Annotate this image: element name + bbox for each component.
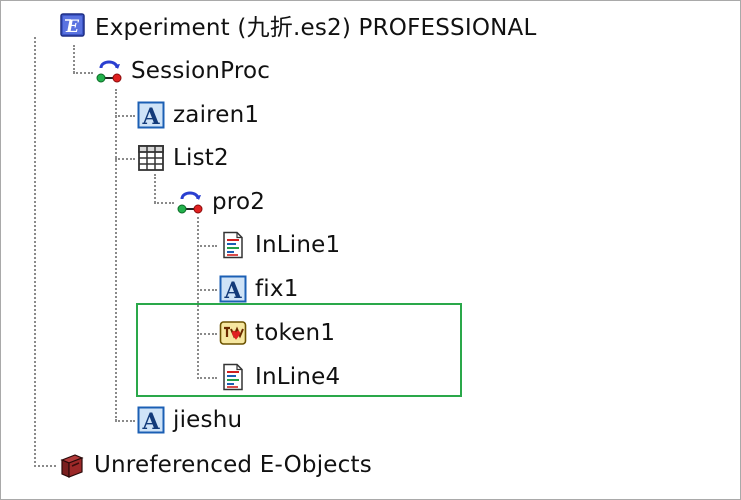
node-label: SessionProc bbox=[131, 58, 271, 84]
tree-connector bbox=[115, 115, 135, 117]
node-label: zairen1 bbox=[173, 102, 260, 128]
tree-connector bbox=[115, 158, 135, 160]
unreferenced-objects-icon bbox=[58, 451, 86, 479]
tree-node-list2[interactable]: List2 bbox=[137, 140, 229, 176]
tree-node-pro2[interactable]: pro2 bbox=[176, 184, 265, 220]
node-label: fix1 bbox=[255, 276, 299, 302]
text-display-icon: A bbox=[137, 406, 165, 434]
tree-connector bbox=[154, 174, 156, 203]
tree-connector bbox=[73, 45, 75, 73]
tree-node-sessionproc[interactable]: SessionProc bbox=[95, 53, 270, 89]
inline-script-icon bbox=[219, 231, 247, 259]
tree-node-inline1[interactable]: InLine1 bbox=[219, 227, 340, 263]
list-grid-icon bbox=[137, 144, 165, 172]
procedure-icon bbox=[176, 188, 204, 216]
node-label: InLine1 bbox=[255, 232, 341, 258]
tree-node-unreferenced-objects[interactable]: Unreferenced E-Objects bbox=[58, 447, 372, 483]
node-label: Unreferenced E-Objects bbox=[94, 452, 372, 478]
tree-connector bbox=[115, 89, 117, 421]
node-label: List2 bbox=[173, 145, 229, 171]
node-label: jieshu bbox=[173, 407, 243, 433]
tree-connector bbox=[197, 245, 217, 247]
node-label: Experiment (九折.es2) PROFESSIONAL bbox=[95, 15, 537, 41]
svg-text:A: A bbox=[141, 409, 160, 434]
tree-connector bbox=[115, 420, 135, 422]
highlight-box bbox=[136, 303, 462, 397]
tree-connector bbox=[34, 465, 56, 467]
text-display-icon: A bbox=[137, 101, 165, 129]
tree-connector bbox=[34, 37, 36, 467]
text-display-icon: A bbox=[219, 275, 247, 303]
experiment-icon: E bbox=[59, 11, 87, 39]
svg-text:A: A bbox=[141, 104, 160, 129]
svg-text:A: A bbox=[223, 278, 242, 303]
tree-node-fix1[interactable]: A fix1 bbox=[219, 271, 299, 307]
tree-node-jieshu[interactable]: A jieshu bbox=[137, 402, 242, 438]
node-label: pro2 bbox=[212, 189, 266, 215]
tree-connector bbox=[73, 72, 93, 74]
tree-connector bbox=[197, 289, 217, 291]
tree-connector bbox=[154, 202, 174, 204]
experiment-structure-tree: E Experiment (九折.es2) PROFESSIONAL Sessi… bbox=[0, 0, 741, 500]
tree-node-experiment[interactable]: E Experiment (九折.es2) PROFESSIONAL bbox=[59, 7, 537, 43]
tree-node-zairen1[interactable]: A zairen1 bbox=[137, 97, 259, 133]
procedure-icon bbox=[95, 57, 123, 85]
